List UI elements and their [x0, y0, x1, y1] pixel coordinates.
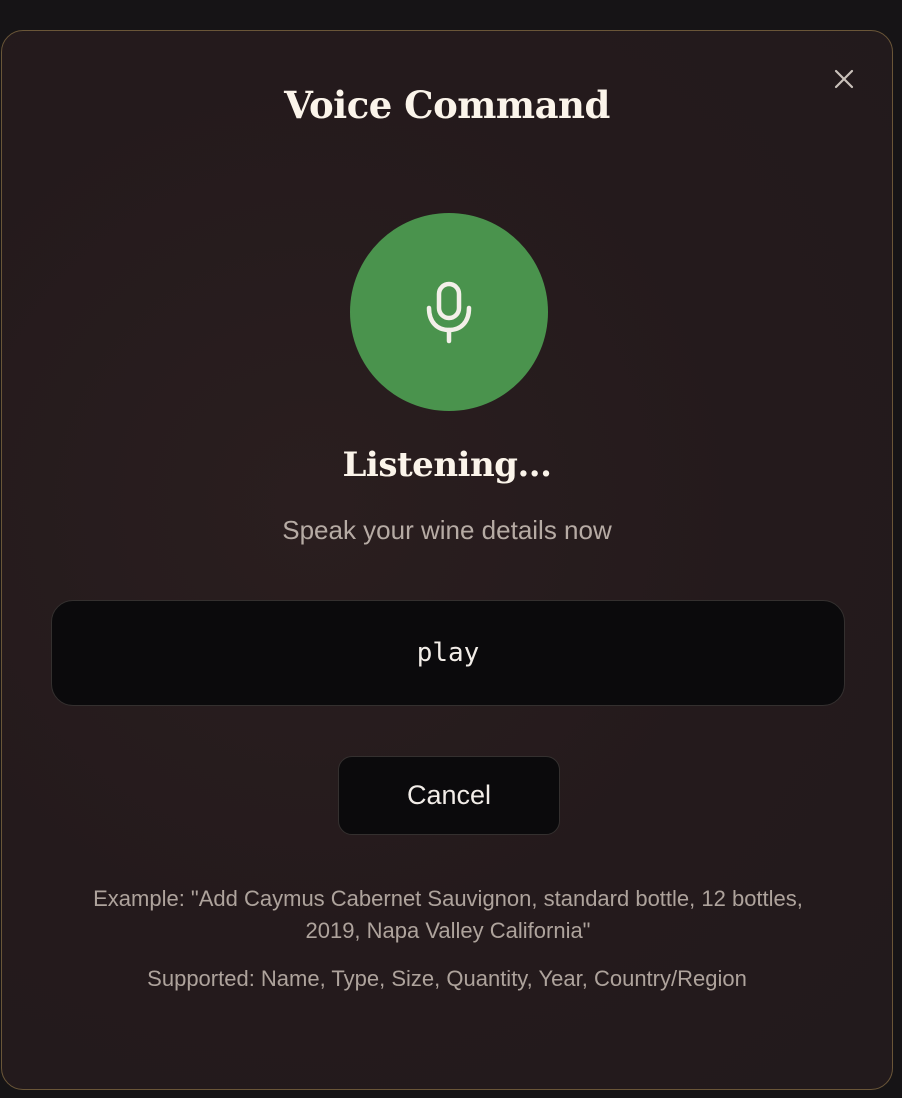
microphone-icon [426, 281, 472, 344]
instruction-text: Speak your wine details now [282, 515, 612, 545]
transcript-text: play [416, 638, 480, 668]
listening-status: Listening... [342, 445, 552, 485]
microphone-button[interactable] [350, 213, 548, 411]
supported-fields-text: Supported: Name, Type, Size, Quantity, Y… [147, 966, 747, 991]
transcript-display: play [51, 600, 845, 706]
voice-command-modal: Voice Command Listening... Speak your wi… [1, 30, 893, 1090]
modal-title: Voice Command [284, 83, 610, 127]
example-text: Example: "Add Caymus Cabernet Sauvignon,… [93, 886, 803, 943]
cancel-button[interactable]: Cancel [338, 756, 560, 835]
